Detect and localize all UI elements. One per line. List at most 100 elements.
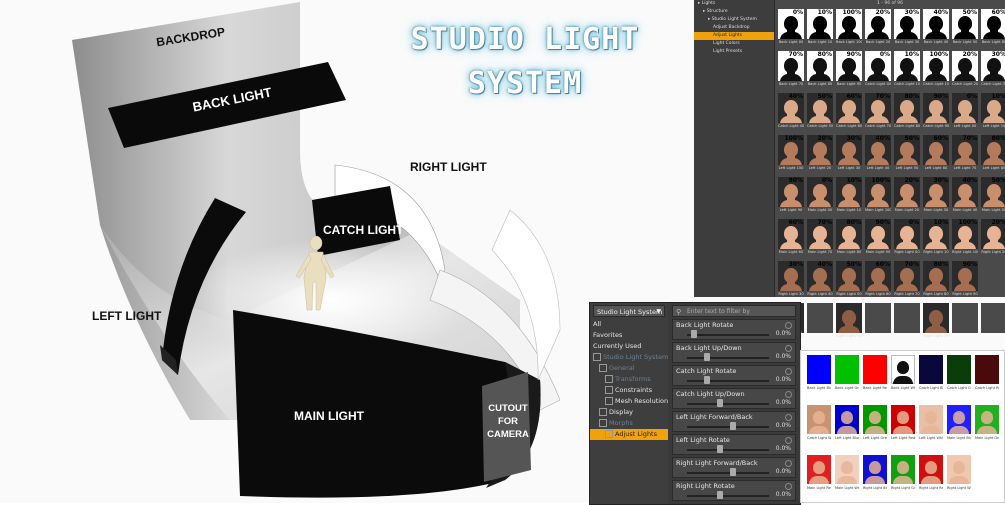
preset-thumbnail[interactable]: 0% Back Light 00 bbox=[778, 9, 804, 47]
color-preset[interactable]: Main Light Blue bbox=[947, 405, 971, 443]
preset-thumbnail[interactable]: 10% Catch Light 10 bbox=[894, 51, 920, 89]
preset-thumbnail[interactable]: 80% Back Light 80 bbox=[807, 51, 833, 89]
preset-thumbnail[interactable]: 20% Back Light 20 bbox=[865, 9, 891, 47]
parameters-tree-item[interactable]: Currently Used bbox=[590, 341, 668, 352]
preset-thumbnail[interactable]: 90% Main Light 90 bbox=[865, 219, 891, 257]
slider-knob[interactable] bbox=[704, 353, 711, 361]
parameter-slider[interactable]: Left Light Forward/Back 0.0% bbox=[672, 411, 796, 432]
preset-thumbnail[interactable]: 40% Back Light 40 bbox=[923, 9, 949, 47]
parameters-tree-item[interactable]: Favorites bbox=[590, 330, 668, 341]
parameter-slider[interactable]: Right Light Forward/Back 0.0% bbox=[672, 457, 796, 478]
color-preset[interactable]: Catch Light Green bbox=[947, 355, 971, 393]
parameter-slider[interactable]: Right Light Rotate 0.0% bbox=[672, 480, 796, 501]
preset-thumbnail[interactable]: 80% Catch Light 80 bbox=[894, 93, 920, 131]
preset-thumbnail[interactable]: Right Light 50 bbox=[836, 303, 862, 341]
favorite-icon[interactable] bbox=[785, 483, 792, 490]
preset-thumbnail[interactable]: 100% Right Light 100 bbox=[952, 219, 978, 257]
preset-thumbnail[interactable]: 50% Catch Light 50 bbox=[807, 93, 833, 131]
slider-knob[interactable] bbox=[717, 399, 724, 407]
preset-thumbnail[interactable]: 60% Back Light 60 bbox=[981, 9, 1005, 47]
favorite-icon[interactable] bbox=[785, 322, 792, 329]
preset-thumbnail[interactable]: 30% Catch Light 30 bbox=[981, 51, 1005, 89]
preset-thumbnail[interactable] bbox=[865, 303, 891, 341]
preset-thumbnail[interactable]: 60% Left Light 60 bbox=[923, 135, 949, 173]
preset-thumbnail[interactable]: 0% Main Light 00 bbox=[807, 177, 833, 215]
color-preset[interactable]: Back Light Blue bbox=[807, 355, 831, 393]
preset-thumbnail[interactable]: 80% Left Light 80 bbox=[981, 135, 1005, 173]
preset-thumbnail[interactable]: 80% Right Light 80 bbox=[923, 261, 949, 299]
content-tree-item[interactable]: ▸ Structure bbox=[694, 8, 774, 16]
parameters-tree-item[interactable]: All bbox=[590, 319, 668, 330]
slider-knob[interactable] bbox=[704, 376, 711, 384]
content-tree-item[interactable]: ▸ Studio Light System bbox=[694, 16, 774, 24]
slider-track[interactable] bbox=[687, 472, 769, 474]
preset-thumbnail[interactable]: 90% Right Light 90 bbox=[952, 261, 978, 299]
slider-value[interactable]: 0.0% bbox=[776, 353, 791, 360]
preset-thumbnail[interactable]: 50% Right Light 50 bbox=[836, 261, 862, 299]
content-tree-item[interactable]: Adjust Lights bbox=[694, 32, 774, 40]
color-preset[interactable]: Right Light Red bbox=[919, 455, 943, 493]
preset-thumbnail[interactable]: 30% Back Light 30 bbox=[894, 9, 920, 47]
slider-track[interactable] bbox=[687, 495, 769, 497]
slider-knob[interactable] bbox=[717, 491, 724, 499]
preset-thumbnail[interactable]: 10% Left Light 10 bbox=[981, 93, 1005, 131]
color-preset[interactable]: Catch Light Blue bbox=[919, 355, 943, 393]
preset-thumbnail[interactable]: 40% Right Light 40 bbox=[807, 261, 833, 299]
preset-thumbnail[interactable]: 70% Back Light 70 bbox=[778, 51, 804, 89]
color-preset[interactable]: Back Light Red bbox=[863, 355, 887, 393]
slider-value[interactable]: 0.0% bbox=[776, 491, 791, 498]
preset-thumbnail[interactable]: 70% Main Light 70 bbox=[807, 219, 833, 257]
parameters-tree-item[interactable]: General bbox=[590, 363, 668, 374]
slider-track[interactable] bbox=[687, 426, 769, 428]
slider-value[interactable]: 0.0% bbox=[776, 445, 791, 452]
content-tree-item[interactable]: Light Colors bbox=[694, 40, 774, 48]
preset-thumbnail[interactable]: 100% Left Light 100 bbox=[778, 135, 804, 173]
preset-thumbnail[interactable]: 30% Right Light 30 bbox=[778, 261, 804, 299]
slider-track[interactable] bbox=[687, 449, 769, 451]
preset-thumbnail[interactable]: 70% Right Light 70 bbox=[894, 261, 920, 299]
parameter-slider[interactable]: Back Light Up/Down 0.0% bbox=[672, 342, 796, 363]
color-preset[interactable]: Left Light Red bbox=[891, 405, 915, 443]
slider-knob[interactable] bbox=[691, 330, 698, 338]
preset-thumbnail[interactable]: 40% Left Light 40 bbox=[865, 135, 891, 173]
preset-thumbnail[interactable]: 90% Left Light 90 bbox=[778, 177, 804, 215]
slider-knob[interactable] bbox=[717, 445, 724, 453]
color-preset[interactable]: Left Light Green bbox=[863, 405, 887, 443]
preset-thumbnail[interactable]: 80% Main Light 80 bbox=[836, 219, 862, 257]
slider-value[interactable]: 0.0% bbox=[776, 376, 791, 383]
preset-thumbnail[interactable]: 60% Catch Light 60 bbox=[836, 93, 862, 131]
color-preset[interactable]: Left Light White bbox=[919, 405, 943, 443]
preset-thumbnail[interactable]: 100% Back Light 100 bbox=[836, 9, 862, 47]
preset-thumbnail[interactable] bbox=[894, 303, 920, 341]
slider-value[interactable]: 0.0% bbox=[776, 468, 791, 475]
preset-thumbnail[interactable]: 90% Catch Light 90 bbox=[923, 93, 949, 131]
color-preset[interactable]: Back Light White bbox=[891, 355, 915, 393]
preset-thumbnail[interactable] bbox=[981, 303, 1005, 341]
parameters-tree-item[interactable]: Studio Light System bbox=[590, 352, 668, 363]
parameter-slider[interactable]: Back Light Rotate 0.0% bbox=[672, 319, 796, 340]
preset-thumbnail[interactable]: Right Light 70 bbox=[923, 303, 949, 341]
parameters-tree-item[interactable]: Display bbox=[590, 407, 668, 418]
parameter-slider[interactable]: Left Light Rotate 0.0% bbox=[672, 434, 796, 455]
preset-thumbnail[interactable]: 50% Left Light 50 bbox=[894, 135, 920, 173]
parameter-slider[interactable]: Catch Light Up/Down 0.0% bbox=[672, 388, 796, 409]
parameters-tree-item[interactable]: Constraints bbox=[590, 385, 668, 396]
color-preset[interactable]: Right Light Blue bbox=[863, 455, 887, 493]
color-preset[interactable]: Right Light White bbox=[947, 455, 971, 493]
preset-thumbnail[interactable]: 70% Left Light 70 bbox=[952, 135, 978, 173]
preset-thumbnail[interactable]: 100% Catch Light 100 bbox=[923, 51, 949, 89]
color-preset[interactable]: Catch Light Red bbox=[975, 355, 999, 393]
content-tree-item[interactable]: Light Presets bbox=[694, 48, 774, 56]
slider-track[interactable] bbox=[687, 403, 769, 405]
preset-thumbnail[interactable]: 0% Right Light 00 bbox=[894, 219, 920, 257]
slider-value[interactable]: 0.0% bbox=[776, 330, 791, 337]
favorite-icon[interactable] bbox=[785, 368, 792, 375]
slider-track[interactable] bbox=[687, 334, 769, 336]
preset-thumbnail[interactable]: 60% Main Light 60 bbox=[778, 219, 804, 257]
content-tree-item[interactable]: ▸ Lights bbox=[694, 0, 774, 8]
color-preset[interactable]: Catch Light White bbox=[807, 405, 831, 443]
preset-thumbnail[interactable]: 50% Back Light 50 bbox=[952, 9, 978, 47]
favorite-icon[interactable] bbox=[785, 460, 792, 467]
preset-thumbnail[interactable] bbox=[807, 303, 833, 341]
favorite-icon[interactable] bbox=[785, 345, 792, 352]
